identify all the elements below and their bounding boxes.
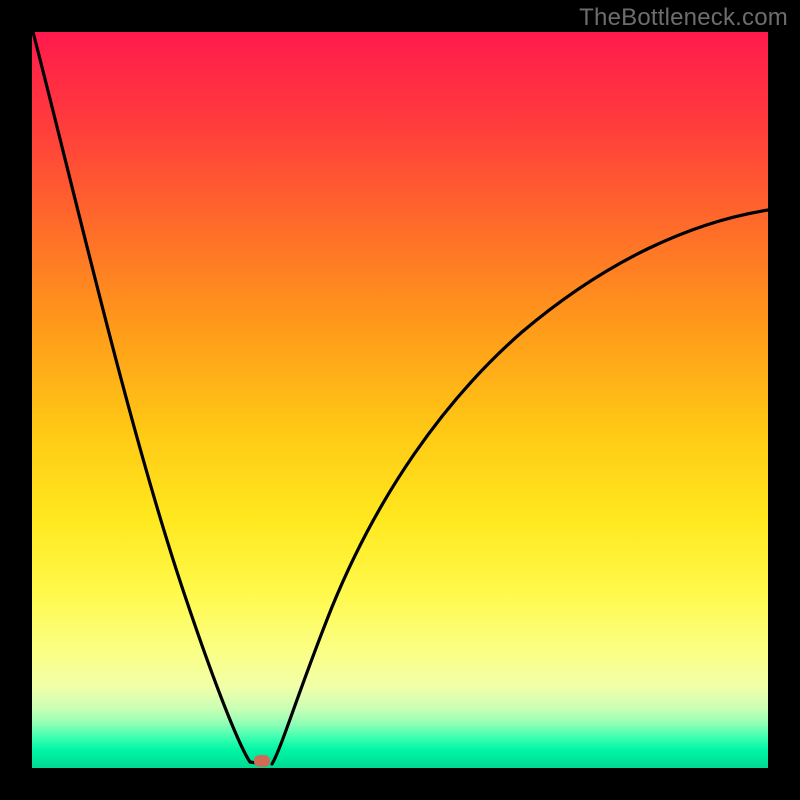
chart-frame: TheBottleneck.com: [0, 0, 800, 800]
bottleneck-curve: [32, 32, 768, 768]
min-marker: [254, 755, 270, 767]
plot-area: [32, 32, 768, 768]
watermark-text: TheBottleneck.com: [579, 4, 788, 32]
